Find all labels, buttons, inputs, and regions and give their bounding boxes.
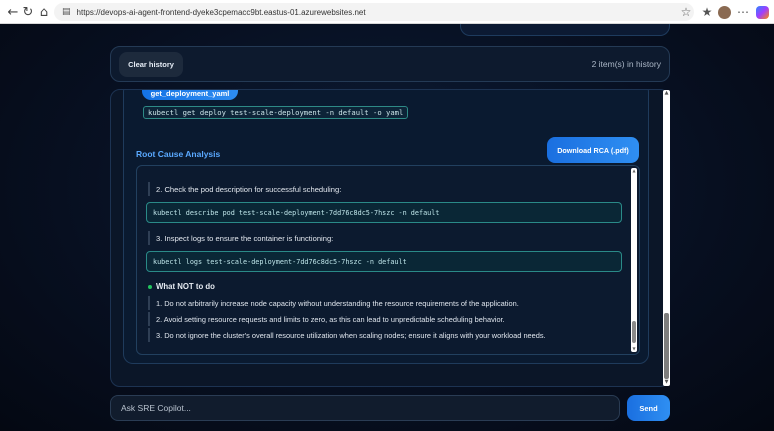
chat-panel[interactable]: get_deployment_yaml kubectl get deploy t… <box>110 89 670 387</box>
copilot-icon[interactable] <box>756 6 769 19</box>
app-main: Clear history 2 item(s) in history get_d… <box>0 24 774 431</box>
back-icon[interactable]: ← <box>5 4 21 20</box>
rca-scroll-area: 2. Check the pod description for success… <box>137 166 633 354</box>
download-rca-button[interactable]: Download RCA (.pdf) <box>547 137 639 163</box>
clear-history-button[interactable]: Clear history <box>119 52 183 77</box>
rca-content[interactable]: 2. Check the pod description for success… <box>136 165 640 355</box>
assistant-message-card: get_deployment_yaml kubectl get deploy t… <box>123 90 649 364</box>
rca-step: 3. Inspect logs to ensure the container … <box>148 231 333 245</box>
command-chip: kubectl get deploy test-scale-deployment… <box>143 106 409 119</box>
avatar-icon[interactable] <box>718 6 731 19</box>
more-icon[interactable]: ⋯ <box>735 4 751 20</box>
rca-step: 2. Check the pod description for success… <box>148 182 341 196</box>
site-info-icon[interactable]: ▤ <box>62 7 71 17</box>
url-text: https://devops-ai-agent-frontend-dyeke3c… <box>76 7 366 17</box>
rca-scrollbar-thumb[interactable] <box>632 321 636 343</box>
previous-message-card <box>460 24 670 36</box>
scroll-up-arrow-icon[interactable]: ▲ <box>663 90 670 97</box>
what-not-heading: What NOT to do <box>148 282 215 291</box>
address-bar[interactable]: ▤ https://devops-ai-agent-frontend-dyeke… <box>54 3 694 21</box>
scroll-down-arrow-icon[interactable]: ▼ <box>631 346 637 352</box>
history-count: 2 item(s) in history <box>591 59 661 69</box>
what-not-heading-text: What NOT to do <box>156 282 215 291</box>
chat-scrollbar-thumb[interactable] <box>664 313 669 379</box>
scroll-up-arrow-icon[interactable]: ▲ <box>631 168 637 174</box>
chat-input[interactable] <box>110 395 620 421</box>
star-icon[interactable]: ☆ <box>678 4 694 20</box>
bullet-dot-icon <box>148 284 152 289</box>
scroll-down-arrow-icon[interactable]: ▼ <box>663 379 670 386</box>
browser-toolbar: ← ↻ ⌂ ▤ https://devops-ai-agent-frontend… <box>0 0 774 24</box>
rca-title: Root Cause Analysis <box>136 149 221 159</box>
send-button[interactable]: Send <box>627 395 670 421</box>
what-not-item: 3. Do not ignore the cluster's overall r… <box>148 328 546 342</box>
history-bar: Clear history 2 item(s) in history <box>110 46 670 82</box>
chat-scrollbar[interactable]: ▲ ▼ <box>663 90 670 386</box>
home-icon[interactable]: ⌂ <box>36 4 52 20</box>
what-not-item: 2. Avoid setting resource requests and l… <box>148 312 505 326</box>
collections-icon[interactable]: ★ <box>699 4 715 20</box>
reload-icon[interactable]: ↻ <box>20 4 36 20</box>
code-block: kubectl logs test-scale-deployment-7dd76… <box>146 251 622 272</box>
code-block: kubectl describe pod test-scale-deployme… <box>146 202 622 223</box>
what-not-item: 1. Do not arbitrarily increase node capa… <box>148 296 519 310</box>
tool-badge[interactable]: get_deployment_yaml <box>142 90 238 100</box>
rca-scrollbar[interactable]: ▲ ▼ <box>631 168 637 352</box>
